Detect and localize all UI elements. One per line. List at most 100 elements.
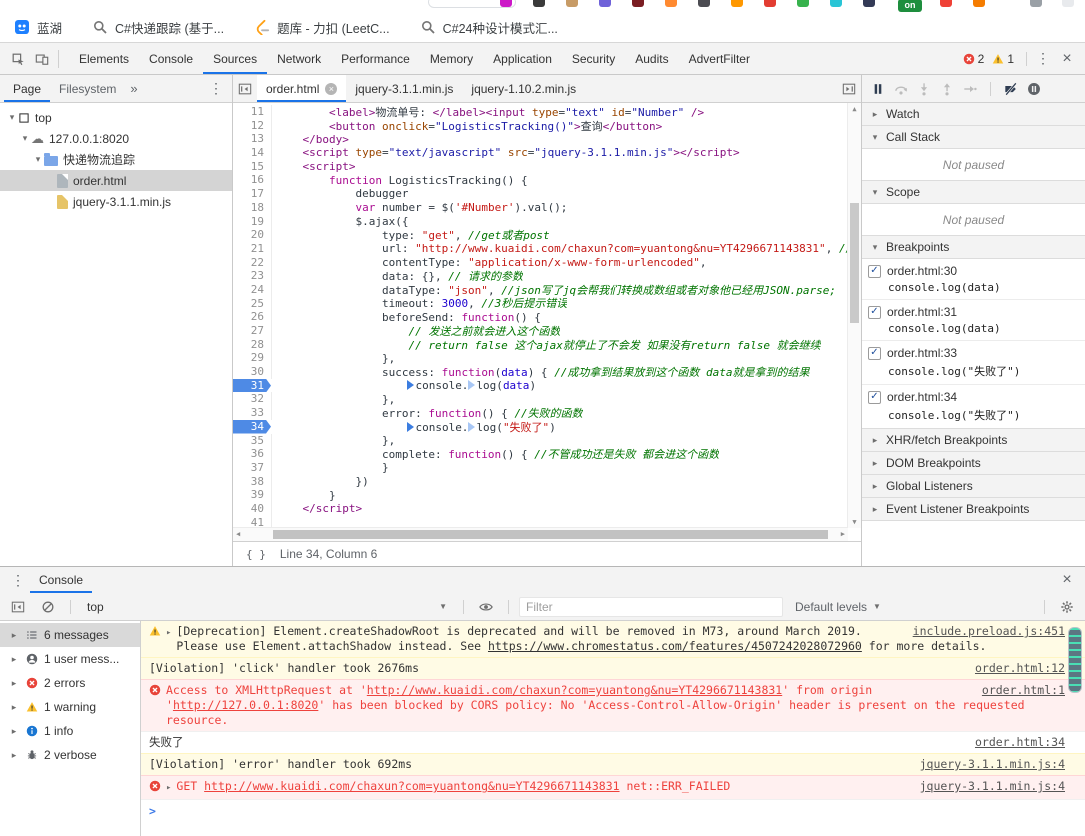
line-number[interactable]: 38 xyxy=(233,475,272,489)
expand-arrow-icon[interactable]: ▸ xyxy=(8,630,20,641)
code-text[interactable]: // return false 这个ajax就停止了不会发 如果没有return… xyxy=(272,337,821,353)
breakpoint-entry[interactable]: ✓order.html:30console.log(data) xyxy=(862,259,1085,300)
console-settings-button[interactable] xyxy=(1055,595,1079,619)
navigator-menu-dots[interactable]: ⋮ xyxy=(204,77,228,101)
expand-arrow-icon[interactable]: ▾ xyxy=(6,112,18,123)
line-number[interactable]: 23 xyxy=(233,269,272,283)
tab-network[interactable]: Network xyxy=(267,43,331,74)
scroll-right-icon[interactable]: ▶ xyxy=(841,530,845,538)
console-filter-verbose[interactable]: ▸2 verbose xyxy=(0,743,140,767)
extension-icon[interactable] xyxy=(1062,0,1074,7)
line-number[interactable]: 22 xyxy=(233,256,272,270)
line-number[interactable]: 15 xyxy=(233,160,272,174)
code-text[interactable]: }, xyxy=(272,352,395,365)
tab-console[interactable]: Console xyxy=(30,567,92,593)
console-filter-warning[interactable]: ▸1 warning xyxy=(0,695,140,719)
pause-on-exceptions-button[interactable] xyxy=(1027,82,1041,96)
inline-breakpoint-icon[interactable] xyxy=(468,422,475,432)
extension-icon[interactable] xyxy=(533,0,545,7)
navigator-tab-filesystem[interactable]: Filesystem xyxy=(50,75,125,102)
expand-arrow-icon[interactable]: ▸ xyxy=(8,726,20,737)
extension-icon[interactable] xyxy=(599,0,611,7)
console-filter-input[interactable] xyxy=(519,597,783,617)
code-text[interactable]: </body> xyxy=(272,133,349,146)
code-text[interactable]: contentType: "application/x-www-form-url… xyxy=(272,256,706,269)
editor-tab[interactable]: jquery-3.1.1.min.js xyxy=(346,75,462,102)
line-number[interactable]: 37 xyxy=(233,461,272,475)
source-location-link[interactable]: jquery-3.1.1.min.js:4 xyxy=(906,757,1065,772)
expand-arrow-icon[interactable]: ▸ xyxy=(8,678,20,689)
code-text[interactable]: $.ajax({ xyxy=(272,215,408,228)
expand-arrow-icon[interactable]: ▾ xyxy=(19,133,31,144)
code-text[interactable]: }, xyxy=(272,393,395,406)
step-button[interactable] xyxy=(963,82,977,96)
tree-item-jquery-3.1.1.min.js[interactable]: jquery-3.1.1.min.js xyxy=(0,191,232,212)
line-number[interactable]: 32 xyxy=(233,392,272,406)
extension-icon[interactable] xyxy=(764,0,776,7)
step-over-button[interactable] xyxy=(894,82,908,96)
console-filter-user[interactable]: ▸1 user mess... xyxy=(0,647,140,671)
section-header-event-listener-breakpoints[interactable]: ▸Event Listener Breakpoints xyxy=(862,497,1085,521)
pause-button[interactable] xyxy=(871,82,885,96)
line-number[interactable]: 18 xyxy=(233,201,272,215)
code-text[interactable]: <script type="text/javascript" src="jque… xyxy=(272,146,740,159)
code-text[interactable]: timeout: 3000, //3秒后提示错误 xyxy=(272,295,567,311)
message-link[interactable]: http://127.0.0.1:8020 xyxy=(173,698,318,712)
extension-icon[interactable] xyxy=(665,0,677,7)
inspect-element-button[interactable] xyxy=(6,47,30,71)
section-header-dom-breakpoints[interactable]: ▸DOM Breakpoints xyxy=(862,451,1085,475)
code-text[interactable]: function LogisticsTracking() { xyxy=(272,174,528,187)
code-text[interactable]: </script> xyxy=(272,502,362,515)
scroll-up-icon[interactable]: ▲ xyxy=(848,105,861,113)
extension-icon[interactable] xyxy=(940,0,952,7)
code-text[interactable]: console.log("失败了") xyxy=(271,419,556,435)
show-debugger-button[interactable] xyxy=(837,77,861,101)
line-number[interactable]: 39 xyxy=(233,488,272,502)
show-navigator-button[interactable] xyxy=(233,77,257,101)
expand-arrow-icon[interactable]: ▸ xyxy=(8,702,20,713)
tree-item-order.html[interactable]: order.html xyxy=(0,170,232,191)
scroll-left-icon[interactable]: ◀ xyxy=(236,530,240,538)
bookmark-item[interactable]: 题库 - 力扣 (LeetC... xyxy=(254,18,390,37)
scrollbar-thumb[interactable] xyxy=(273,530,828,539)
console-context-selector[interactable]: top ▼ xyxy=(81,600,453,614)
overflow-tabs-icon[interactable]: » xyxy=(125,81,142,96)
line-number[interactable]: 40 xyxy=(233,502,272,516)
code-text[interactable]: }, xyxy=(272,434,395,447)
line-number[interactable]: 33 xyxy=(233,406,272,420)
navigator-tab-page[interactable]: Page xyxy=(4,75,50,102)
message-link[interactable]: http://www.kuaidi.com/chaxun?com=yuanton… xyxy=(367,683,782,697)
console-filter-list[interactable]: ▸6 messages xyxy=(0,623,140,647)
close-tab-icon[interactable]: × xyxy=(325,83,337,95)
extension-icon[interactable] xyxy=(632,0,644,7)
inline-breakpoint-icon[interactable] xyxy=(407,422,414,432)
clear-console-button[interactable] xyxy=(36,595,60,619)
breakpoint-gutter[interactable]: 34 xyxy=(233,420,271,434)
devtools-close-button[interactable]: × xyxy=(1055,47,1079,71)
tree-item-top[interactable]: ▾top xyxy=(0,107,232,128)
code-text[interactable]: complete: function() { //不管成功还是失败 都会进这个函… xyxy=(272,446,719,462)
line-number[interactable]: 35 xyxy=(233,434,272,448)
line-number[interactable]: 20 xyxy=(233,228,272,242)
code-text[interactable]: console.log(data) xyxy=(271,379,536,392)
console-levels-dropdown[interactable]: Default levels ▼ xyxy=(789,600,887,614)
devtools-menu-dots[interactable]: ⋮ xyxy=(1031,47,1055,71)
line-number[interactable]: 11 xyxy=(233,105,272,119)
code-text[interactable]: url: "http://www.kuaidi.com/chaxun?com=y… xyxy=(272,242,848,255)
breakpoint-checkbox[interactable]: ✓ xyxy=(868,265,881,278)
code-text[interactable]: debugger xyxy=(272,187,408,200)
extension-icon[interactable] xyxy=(830,0,842,7)
source-location-link[interactable]: order.html:1 xyxy=(968,683,1065,698)
code-text[interactable]: } xyxy=(272,461,389,474)
breakpoint-gutter[interactable]: 31 xyxy=(233,379,271,393)
extension-icon[interactable] xyxy=(566,0,578,7)
scrollbar-thumb[interactable] xyxy=(850,203,859,323)
line-number[interactable]: 19 xyxy=(233,215,272,229)
error-badge[interactable]: 2 xyxy=(963,52,993,66)
inline-breakpoint-icon[interactable] xyxy=(468,380,475,390)
tab-application[interactable]: Application xyxy=(483,43,562,74)
source-location-link[interactable]: jquery-3.1.1.min.js:4 xyxy=(906,779,1065,794)
section-header-scope[interactable]: ▾Scope xyxy=(862,180,1085,204)
editor-vertical-scrollbar[interactable]: ▲ ▼ xyxy=(847,103,861,528)
extension-icon[interactable] xyxy=(863,0,875,7)
